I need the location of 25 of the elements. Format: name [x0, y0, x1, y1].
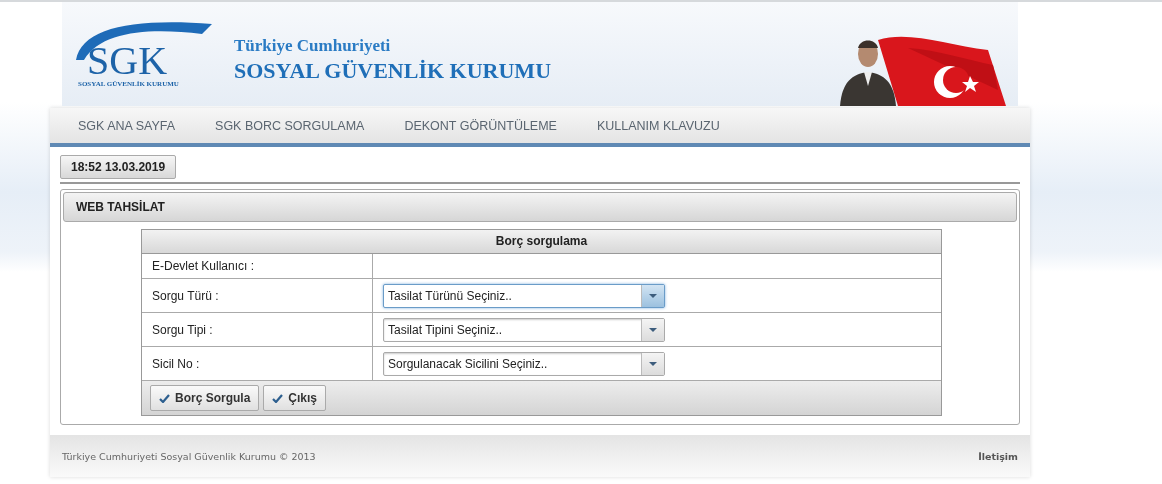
caret-icon — [649, 293, 657, 298]
nav-link[interactable]: SGK BORC SORGULAMA — [215, 118, 365, 133]
field-label: E-Devlet Kullanıcı : — [142, 254, 373, 278]
header-title: SOSYAL GÜVENLİK KURUMU — [234, 58, 552, 84]
caret-icon — [649, 361, 657, 366]
field-label: Sorgu Türü : — [142, 279, 373, 312]
exit-button[interactable]: Çıkış — [263, 385, 327, 411]
select-field[interactable]: Tasilat Türünü Seçiniz.. — [383, 283, 665, 308]
form-title: Borç sorgulama — [142, 230, 941, 254]
panel-title: WEB TAHSİLAT — [63, 192, 1017, 222]
caret-icon — [649, 327, 657, 332]
copyright-text: Türkiye Cumhuriyeti Sosyal Güvenlik Kurumu © 2013 — [62, 450, 316, 462]
nav-link[interactable]: SGK ANA SAYFA — [78, 118, 176, 133]
field-label: Sorgu Tipi : — [142, 313, 373, 346]
check-icon — [272, 393, 284, 403]
nav-link[interactable]: DEKONT GÖRÜNTÜLEME — [404, 118, 557, 133]
field-label: Sicil No : — [142, 347, 373, 380]
contact-link[interactable]: İletişim — [978, 450, 1018, 462]
datetime-label: 18:52 13.03.2019 — [60, 155, 177, 179]
select-field[interactable]: Tasilat Tipini Seçiniz.. — [383, 317, 665, 342]
header-subtitle: Türkiye Cumhuriyeti — [234, 36, 392, 56]
check-icon — [159, 393, 170, 403]
query-button[interactable]: Borç Sorgula — [150, 385, 260, 411]
nav-link[interactable]: KULLANIM KLAVUZU — [596, 118, 720, 133]
select-field[interactable]: Sorgulanacak Sicilini Seçiniz.. — [383, 351, 665, 376]
